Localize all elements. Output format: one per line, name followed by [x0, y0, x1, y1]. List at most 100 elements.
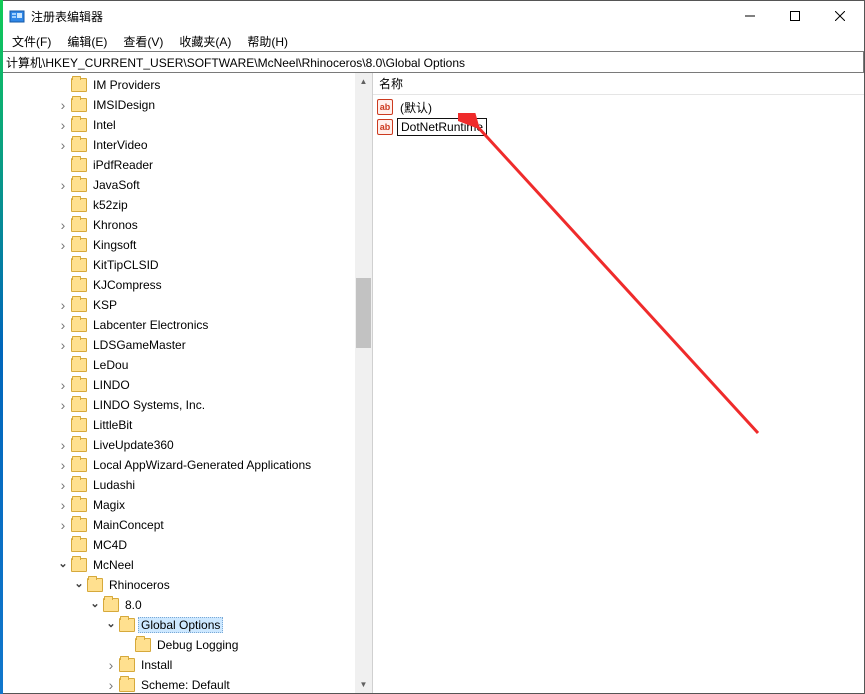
tree-item[interactable]: ›JavaSoft — [1, 175, 355, 195]
folder-icon — [71, 378, 87, 392]
tree-item[interactable]: ›InterVideo — [1, 135, 355, 155]
folder-icon — [71, 238, 87, 252]
expand-icon[interactable]: › — [56, 497, 70, 513]
tree-item[interactable]: KitTipCLSID — [1, 255, 355, 275]
expand-icon[interactable]: › — [56, 317, 70, 333]
column-header-name[interactable]: 名称 — [373, 73, 864, 95]
collapse-icon[interactable]: ⌄ — [56, 557, 70, 570]
tree-item-label: LDSGameMaster — [90, 337, 189, 353]
tree-item[interactable]: ⌄Rhinoceros — [1, 575, 355, 595]
folder-icon — [71, 478, 87, 492]
tree-item[interactable]: ›Khronos — [1, 215, 355, 235]
tree-item[interactable]: › LINDO — [1, 375, 355, 395]
tree-item-label: Magix — [90, 497, 128, 513]
tree-item[interactable]: ›LiveUpdate360 — [1, 435, 355, 455]
tree-item-label: iPdfReader — [90, 157, 156, 173]
tree-item[interactable]: ›IMSIDesign — [1, 95, 355, 115]
expand-icon[interactable]: › — [56, 97, 70, 113]
tree-item[interactable]: k52zip — [1, 195, 355, 215]
expand-icon[interactable]: › — [56, 177, 70, 193]
expand-icon[interactable]: › — [56, 457, 70, 473]
expand-icon[interactable]: › — [56, 437, 70, 453]
address-bar[interactable]: 计算机\HKEY_CURRENT_USER\SOFTWARE\McNeel\Rh… — [1, 51, 864, 73]
expand-icon[interactable]: › — [104, 657, 118, 673]
expand-icon[interactable]: › — [56, 117, 70, 133]
tree-item-label: McNeel — [90, 557, 137, 573]
tree-item[interactable]: ›Intel — [1, 115, 355, 135]
tree-item[interactable]: ›Local AppWizard-Generated Applications — [1, 455, 355, 475]
folder-icon — [71, 198, 87, 212]
menu-view[interactable]: 查看(V) — [116, 32, 170, 51]
tree-item-label: IM Providers — [90, 77, 163, 93]
folder-icon — [87, 578, 103, 592]
values-pane[interactable]: 名称 ab (默认) ab DotNetRuntime — [373, 73, 864, 693]
tree-item-label: Kingsoft — [90, 237, 139, 253]
collapse-icon[interactable]: ⌄ — [104, 617, 118, 630]
menu-favorites[interactable]: 收藏夹(A) — [172, 32, 238, 51]
menu-help[interactable]: 帮助(H) — [240, 32, 295, 51]
collapse-icon[interactable]: ⌄ — [88, 597, 102, 610]
value-row-new[interactable]: ab DotNetRuntime — [373, 117, 864, 137]
folder-icon — [71, 218, 87, 232]
tree-item-label: Ludashi — [90, 477, 138, 493]
tree-item[interactable]: ›Scheme: Default — [1, 675, 355, 693]
folder-icon — [71, 318, 87, 332]
folder-icon — [71, 338, 87, 352]
collapse-icon[interactable]: ⌄ — [72, 577, 86, 590]
expand-icon[interactable]: › — [56, 297, 70, 313]
tree-item[interactable]: LeDou — [1, 355, 355, 375]
tree-item-label: KSP — [90, 297, 120, 313]
tree-item[interactable]: MC4D — [1, 535, 355, 555]
tree-item[interactable]: iPdfReader — [1, 155, 355, 175]
close-button[interactable] — [817, 2, 862, 30]
expand-icon[interactable]: › — [56, 137, 70, 153]
folder-icon — [119, 618, 135, 632]
expand-icon[interactable]: › — [56, 397, 70, 413]
string-value-icon: ab — [377, 99, 393, 115]
menu-edit[interactable]: 编辑(E) — [60, 32, 114, 51]
annotation-arrow — [458, 113, 768, 443]
tree-item[interactable]: Debug Logging — [1, 635, 355, 655]
value-name-editing[interactable]: DotNetRuntime — [397, 118, 487, 136]
tree-item[interactable]: ⌄ McNeel — [1, 555, 355, 575]
tree-pane[interactable]: IM Providers ›IMSIDesign›Intel›InterVideo… — [1, 73, 373, 693]
scroll-up-button[interactable]: ▲ — [355, 73, 372, 90]
expand-icon[interactable]: › — [104, 677, 118, 693]
folder-icon — [71, 538, 87, 552]
folder-icon — [135, 638, 151, 652]
tree-item[interactable]: LittleBit — [1, 415, 355, 435]
tree-item-label: LINDO — [90, 377, 133, 393]
maximize-button[interactable] — [772, 2, 817, 30]
scroll-down-button[interactable]: ▼ — [355, 676, 372, 693]
tree-item-label: Labcenter Electronics — [90, 317, 211, 333]
minimize-button[interactable] — [727, 2, 772, 30]
folder-icon — [119, 658, 135, 672]
tree-item[interactable]: ⌄8.0 — [1, 595, 355, 615]
vertical-scrollbar[interactable]: ▲ ▼ — [355, 73, 372, 693]
scroll-thumb[interactable] — [356, 278, 371, 348]
tree-item-selected[interactable]: ⌄ Global Options — [1, 615, 355, 635]
expand-icon[interactable]: › — [56, 377, 70, 393]
tree-item[interactable]: IM Providers — [1, 75, 355, 95]
tree-item[interactable]: › Magix — [1, 495, 355, 515]
menu-file[interactable]: 文件(F) — [5, 32, 58, 51]
expand-icon[interactable]: › — [56, 337, 70, 353]
tree-item[interactable]: › LDSGameMaster — [1, 335, 355, 355]
tree-item-label: MainConcept — [90, 517, 167, 533]
expand-icon[interactable]: › — [56, 237, 70, 253]
tree-item-label: Global Options — [138, 617, 223, 633]
tree-item[interactable]: › Kingsoft — [1, 235, 355, 255]
tree-item[interactable]: ›LINDO Systems, Inc. — [1, 395, 355, 415]
tree-item[interactable]: KJCompress — [1, 275, 355, 295]
expand-icon[interactable]: › — [56, 477, 70, 493]
tree-item[interactable]: › KSP — [1, 295, 355, 315]
expand-icon[interactable]: › — [56, 217, 70, 233]
tree-item[interactable]: › MainConcept — [1, 515, 355, 535]
value-row-default[interactable]: ab (默认) — [373, 97, 864, 117]
tree-item[interactable]: › Labcenter Electronics — [1, 315, 355, 335]
titlebar: 注册表编辑器 — [1, 1, 864, 31]
folder-icon — [71, 178, 87, 192]
expand-icon[interactable]: › — [56, 517, 70, 533]
tree-item[interactable]: ›Install — [1, 655, 355, 675]
tree-item[interactable]: › Ludashi — [1, 475, 355, 495]
